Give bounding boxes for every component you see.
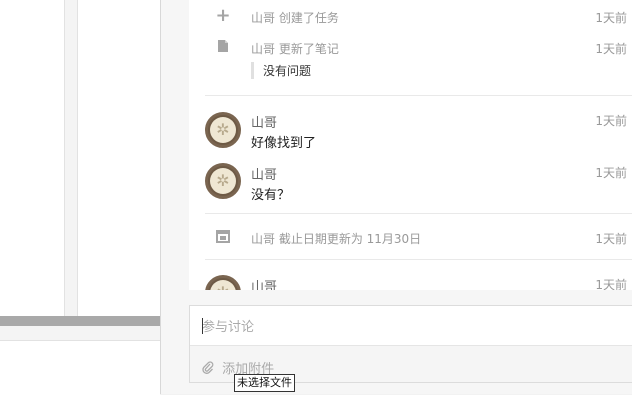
comment-author[interactable]: 山哥 xyxy=(251,164,277,183)
activity-text: 山哥 更新了笔记 xyxy=(251,42,339,56)
activity-text: 山哥 创建了任务 xyxy=(251,11,339,25)
comment-body: 好像找到了 xyxy=(251,136,317,151)
left-panel xyxy=(0,0,160,395)
sand-dollar-icon: ✲ xyxy=(210,282,236,290)
note-icon xyxy=(205,39,241,57)
comment-body: 没有？ xyxy=(251,188,291,203)
activity-time: 1天前 xyxy=(595,232,627,246)
activity-feed: + 山哥 创建了任务 1天前 山哥 更新了笔记 1天前 没有问题 ✲ 山哥 好像… xyxy=(189,0,632,290)
left-column xyxy=(0,0,65,316)
comment-composer: 添加附件 xyxy=(189,305,632,383)
comment-author[interactable]: 山哥 xyxy=(251,276,277,290)
avatar[interactable]: ✲ xyxy=(205,275,241,290)
divider xyxy=(205,95,632,96)
horizontal-scrollbar[interactable] xyxy=(0,316,160,326)
sand-dollar-icon: ✲ xyxy=(216,120,230,139)
activity-item: 山哥 更新了笔记 1天前 没有问题 xyxy=(205,38,632,88)
avatar[interactable]: ✲ xyxy=(205,112,241,148)
calendar-icon xyxy=(205,229,241,247)
activity-time: 1天前 xyxy=(595,11,627,25)
divider xyxy=(205,259,632,260)
left-bottom-area xyxy=(0,340,160,395)
activity-time: 1天前 xyxy=(595,42,627,56)
comment-time: 1天前 xyxy=(595,166,627,180)
file-input-tooltip: 未选择文件 xyxy=(234,374,295,392)
comment-author[interactable]: 山哥 xyxy=(251,112,277,131)
plus-icon: + xyxy=(215,5,231,26)
task-detail-panel: + 山哥 创建了任务 1天前 山哥 更新了笔记 1天前 没有问题 ✲ 山哥 好像… xyxy=(160,0,632,394)
note-quote: 没有问题 xyxy=(251,62,311,79)
activity-item: + 山哥 创建了任务 1天前 xyxy=(205,7,632,27)
activity-item: 山哥 截止日期更新为 11月30日 1天前 xyxy=(205,228,632,248)
divider xyxy=(205,213,632,214)
text-caret xyxy=(202,318,203,334)
avatar[interactable]: ✲ xyxy=(205,163,241,199)
activity-text: 山哥 截止日期更新为 11月30日 xyxy=(251,232,422,246)
sand-dollar-icon: ✲ xyxy=(216,171,230,190)
comment-input[interactable] xyxy=(190,306,632,346)
left-column xyxy=(77,0,160,316)
comment-time: 1天前 xyxy=(595,278,627,290)
comment-time: 1天前 xyxy=(595,114,627,128)
paperclip-icon xyxy=(202,361,218,377)
